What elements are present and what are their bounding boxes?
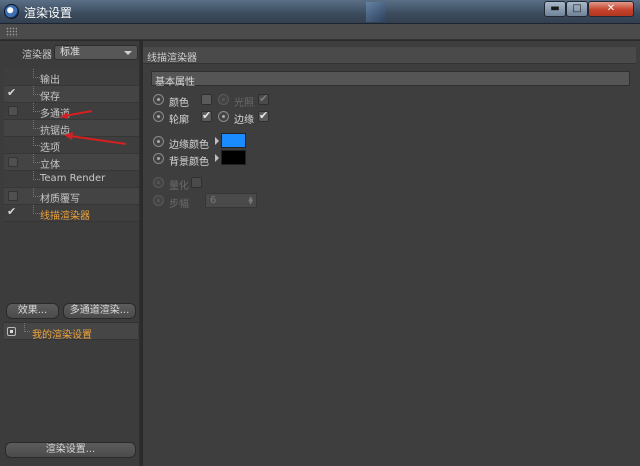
section-title: 线描渲染器: [147, 53, 197, 64]
renderer-label: 渲染器: [22, 50, 52, 61]
tree-item-output[interactable]: 输出: [4, 69, 139, 86]
steps-property: 步幅 6 ▲ ▼: [153, 193, 263, 210]
outline-checkbox[interactable]: [201, 109, 212, 122]
edges-property: 边缘: [218, 109, 278, 126]
preset-label: 我的渲染设置: [32, 330, 92, 341]
expand-arrow-icon[interactable]: [215, 154, 219, 162]
group-header[interactable]: 基本属性: [151, 71, 630, 88]
edge-color-label: 边缘颜色: [169, 140, 209, 151]
animate-radio-icon[interactable]: [218, 111, 229, 122]
tree-connector: [33, 171, 40, 180]
effects-button[interactable]: 效果...: [6, 303, 59, 319]
steps-label: 步幅: [169, 199, 189, 210]
minimize-button[interactable]: ▬: [544, 1, 566, 17]
steps-value: 6: [210, 195, 217, 206]
tree-connector: [33, 86, 40, 95]
tree-item-sketch-renderer[interactable]: 线描渲染器: [4, 205, 139, 222]
left-panel: 渲染器 标准 输出 保存 多通道 抗锯齿 选项: [0, 41, 141, 466]
color-property: 颜色: [153, 93, 213, 109]
annotation-arrow-icon: [60, 110, 93, 119]
steps-field: 6 ▲ ▼: [205, 193, 257, 208]
outline-label: 轮廓: [169, 115, 189, 126]
quantize-checkbox: [191, 177, 202, 188]
menu-strip: [0, 24, 640, 40]
tree-item-label: 输出: [40, 75, 60, 86]
tree-item-label: 材质覆写: [40, 194, 80, 205]
illumination-property: 光照: [218, 92, 278, 109]
window-title: 渲染设置: [24, 6, 73, 20]
tree-check: [8, 140, 18, 150]
background-color-property: 背景颜色: [153, 150, 263, 168]
cinema4d-app-icon: [4, 4, 19, 19]
tree-item-label: 保存: [40, 92, 60, 103]
background-color-label: 背景颜色: [169, 157, 209, 168]
quantize-label: 量化: [169, 181, 189, 192]
tree-item-label: 线描渲染器: [40, 211, 90, 222]
tree-connector: [33, 120, 40, 129]
tree-check: [8, 72, 18, 82]
title-bar-decoration: [366, 2, 386, 22]
color-checkbox[interactable]: [201, 94, 212, 105]
tree-connector: [33, 188, 40, 197]
edge-color-property: 边缘颜色: [153, 133, 263, 151]
close-button[interactable]: ✕: [588, 1, 634, 17]
maximize-button[interactable]: □: [566, 1, 588, 17]
tree-check: [8, 123, 18, 133]
tree-item-label: 立体: [40, 160, 60, 171]
title-bar: 渲染设置 ▬ □ ✕: [0, 0, 640, 24]
checkmark-icon[interactable]: [7, 86, 18, 99]
edge-color-swatch[interactable]: [221, 133, 246, 148]
render-setting-icon: [7, 327, 16, 336]
section-header: 线描渲染器: [143, 47, 636, 64]
multipass-render-button[interactable]: 多通道渲染...: [63, 303, 136, 319]
tree-checkbox[interactable]: [8, 191, 18, 201]
tree-checkbox[interactable]: [8, 106, 18, 116]
chevron-down-icon: [124, 51, 132, 55]
outline-property: 轮廓: [153, 109, 213, 126]
renderer-select[interactable]: 标准: [54, 45, 138, 60]
animate-radio-icon[interactable]: [153, 94, 164, 105]
animate-radio-icon[interactable]: [153, 153, 164, 164]
illumination-checkbox: [258, 92, 269, 105]
spinner-icon: ▲ ▼: [248, 195, 253, 206]
render-preset-item[interactable]: 我的渲染设置: [4, 322, 138, 341]
group-title: 基本属性: [155, 77, 195, 88]
tree-connector: [33, 205, 40, 214]
tree-connector: [33, 137, 40, 146]
background-color-swatch[interactable]: [221, 150, 246, 165]
edges-checkbox[interactable]: [258, 109, 269, 122]
illumination-label: 光照: [234, 98, 254, 109]
tree-item-team-render[interactable]: Team Render: [4, 171, 139, 188]
tree-item-label: 选项: [40, 143, 60, 154]
tree-connector: [33, 103, 40, 112]
tree-check: [8, 174, 18, 184]
checkmark-icon[interactable]: [7, 205, 18, 218]
quantize-property: 量化: [153, 176, 213, 192]
tree-item-stereoscopic[interactable]: 立体: [4, 154, 139, 171]
animate-radio-icon: [153, 195, 164, 206]
grip-icon[interactable]: [6, 27, 17, 37]
tree-item-material-override[interactable]: 材质覆写: [4, 188, 139, 205]
tree-item-label: Team Render: [40, 173, 106, 184]
right-panel: 线描渲染器 基本属性 颜色 光照 轮廓 边缘 边缘颜色 背景颜色: [143, 41, 640, 466]
renderer-row: 渲染器 标准: [4, 45, 138, 61]
animate-radio-icon[interactable]: [153, 136, 164, 147]
tree-connector: [24, 323, 30, 332]
annotation-arrow-icon: [64, 132, 127, 145]
color-label: 颜色: [169, 98, 189, 109]
tree-connector: [33, 154, 40, 163]
animate-radio-icon[interactable]: [153, 111, 164, 122]
renderer-value: 标准: [60, 47, 80, 58]
edges-label: 边缘: [234, 115, 254, 126]
render-settings-button[interactable]: 渲染设置...: [5, 442, 136, 458]
animate-radio-icon: [218, 94, 229, 105]
tree-checkbox[interactable]: [8, 157, 18, 167]
expand-arrow-icon[interactable]: [215, 137, 219, 145]
tree-connector: [33, 69, 40, 78]
animate-radio-icon: [153, 177, 164, 188]
tree-item-save[interactable]: 保存: [4, 86, 139, 103]
